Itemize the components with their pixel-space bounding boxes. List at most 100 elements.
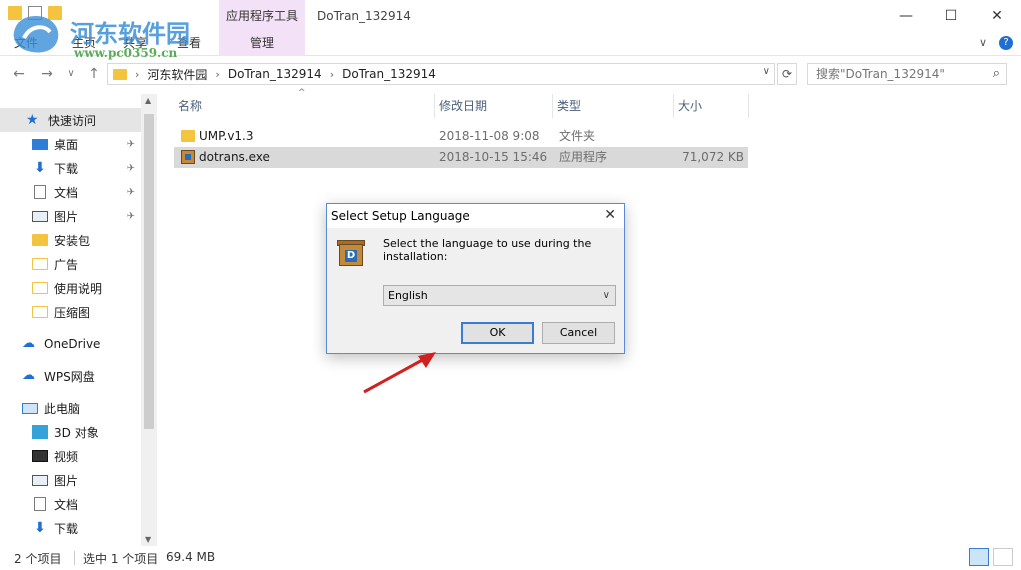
sidebar-item-label: 下载 xyxy=(54,161,79,176)
properties-icon[interactable] xyxy=(28,6,42,20)
ok-button[interactable]: OK xyxy=(461,322,534,344)
sidebar-item-label: 文档 xyxy=(54,185,79,200)
tab-manage[interactable]: 管理 xyxy=(219,32,305,56)
search-input[interactable] xyxy=(808,64,983,84)
dialog-prompt: Select the language to use during the in… xyxy=(383,237,592,263)
desktop-icon xyxy=(32,138,48,150)
dialog-close-button[interactable]: ✕ xyxy=(604,207,616,223)
tab-view[interactable]: 查看 xyxy=(177,34,201,51)
forward-button[interactable]: → xyxy=(38,64,56,84)
pin-icon[interactable]: ✈ xyxy=(127,211,135,222)
back-button[interactable]: ← xyxy=(10,64,28,84)
chevron-down-icon[interactable]: ∨ xyxy=(763,66,770,77)
large-icons-view-icon[interactable] xyxy=(993,548,1013,566)
sidebar-item-label: 广告 xyxy=(54,257,79,272)
recent-locations-button[interactable]: ∨ xyxy=(62,64,80,84)
sidebar-item-pictures[interactable]: 图片 ✈ xyxy=(0,204,141,228)
close-button[interactable]: ✕ xyxy=(974,0,1020,32)
ribbon-tabs: 文件 主页 共享 查看 管理 ∨ ? xyxy=(0,32,1021,56)
up-button[interactable]: ↑ xyxy=(85,64,103,84)
breadcrumb-item[interactable]: DoTran_132914 xyxy=(342,67,436,81)
chevron-down-icon[interactable]: ∨ xyxy=(603,286,610,305)
file-date: 2018-10-15 15:46 xyxy=(439,150,548,164)
maximize-button[interactable]: ☐ xyxy=(928,0,974,32)
sidebar-item-3d-objects[interactable]: 3D 对象 xyxy=(0,420,141,444)
sidebar-item-label: 文档 xyxy=(54,497,79,512)
download-icon: ⬇ xyxy=(34,160,46,176)
details-view-icon[interactable] xyxy=(969,548,989,566)
file-date: 2018-11-08 9:08 xyxy=(439,129,540,143)
refresh-button[interactable]: ⟳ xyxy=(777,63,797,85)
sidebar-item-instructions[interactable]: 使用说明 xyxy=(0,276,141,300)
sidebar-item-label: 快速访问 xyxy=(48,113,97,128)
chevron-right-icon[interactable]: › xyxy=(215,68,219,81)
sidebar-item-install-packages[interactable]: 安装包 xyxy=(0,228,141,252)
chevron-right-icon[interactable]: › xyxy=(135,68,139,81)
folder-icon xyxy=(113,68,127,80)
new-folder-icon[interactable] xyxy=(48,6,62,20)
sidebar-item-downloads[interactable]: ⬇ 下载 ✈ xyxy=(0,156,141,180)
sidebar-item-pictures-pc[interactable]: 图片 xyxy=(0,468,141,492)
scroll-up-icon[interactable]: ▲ xyxy=(145,96,151,105)
folder-icon xyxy=(32,306,48,318)
language-select[interactable]: English ∨ xyxy=(383,285,616,306)
sidebar-item-this-pc[interactable]: 此电脑 xyxy=(0,396,141,420)
picture-icon xyxy=(32,210,48,222)
view-switcher xyxy=(969,548,1013,566)
navigation-bar: ← → ∨ ↑ › 河东软件园 › DoTran_132914 › DoTran… xyxy=(0,60,1021,88)
sidebar-item-label: 图片 xyxy=(54,209,79,224)
chevron-right-icon[interactable]: › xyxy=(330,68,334,81)
column-date-modified[interactable]: 修改日期 xyxy=(435,94,553,118)
sidebar-scrollbar[interactable]: ▲ ▼ xyxy=(141,94,157,546)
address-bar[interactable]: › 河东软件园 › DoTran_132914 › DoTran_132914 … xyxy=(107,63,775,85)
setup-language-dialog: Select Setup Language ✕ D Select the lan… xyxy=(326,203,625,354)
minimize-button[interactable]: — xyxy=(883,0,929,32)
sidebar-item-desktop[interactable]: 桌面 ✈ xyxy=(0,132,141,156)
pin-icon[interactable]: ✈ xyxy=(127,187,135,198)
column-size[interactable]: 大小 xyxy=(674,94,749,118)
dialog-title: Select Setup Language xyxy=(331,209,470,223)
sidebar-item-wps-drive[interactable]: ☁ WPS网盘 xyxy=(0,364,141,388)
sidebar-item-quick-access[interactable]: ★ 快速访问 xyxy=(0,108,141,132)
search-icon[interactable]: ⌕ xyxy=(993,66,1000,81)
sidebar-item-documents[interactable]: 文档 ✈ xyxy=(0,180,141,204)
annotation-arrow-icon xyxy=(363,352,436,394)
help-icon[interactable]: ? xyxy=(999,36,1013,50)
tab-home[interactable]: 主页 xyxy=(72,34,96,51)
breadcrumb-item[interactable]: DoTran_132914 xyxy=(228,67,322,81)
breadcrumb-item[interactable]: 河东软件园 xyxy=(147,66,207,83)
sidebar-item-downloads-pc[interactable]: ⬇ 下载 xyxy=(0,516,141,540)
column-type[interactable]: 类型 xyxy=(553,94,674,118)
file-row[interactable]: UMP.v1.3 2018-11-08 9:08 文件夹 xyxy=(174,126,748,147)
sidebar-item-documents-pc[interactable]: 文档 xyxy=(0,492,141,516)
scrollbar-thumb[interactable] xyxy=(144,114,154,429)
search-box[interactable]: ⌕ xyxy=(807,63,1007,85)
pin-icon[interactable]: ✈ xyxy=(127,163,135,174)
column-name[interactable]: 名称 xyxy=(174,94,435,118)
sidebar-item-compressed-images[interactable]: 压缩图 xyxy=(0,300,141,324)
tab-file[interactable]: 文件 xyxy=(14,34,38,51)
folder-icon[interactable] xyxy=(8,6,22,20)
navigation-pane: ★ 快速访问 桌面 ✈ ⬇ 下载 ✈ 文档 ✈ 图片 ✈ 安装包 广告 使用说明… xyxy=(0,94,157,546)
sidebar-item-videos[interactable]: 视频 xyxy=(0,444,141,468)
sidebar-item-onedrive[interactable]: ☁ OneDrive xyxy=(0,332,141,356)
title-bar: 应用程序工具 DoTran_132914 — ☐ ✕ xyxy=(0,0,1021,32)
sidebar-item-label: 此电脑 xyxy=(44,401,81,416)
picture-icon xyxy=(32,474,48,486)
sidebar-item-label: 桌面 xyxy=(54,137,79,152)
cancel-button[interactable]: Cancel xyxy=(542,322,615,344)
tab-share[interactable]: 共享 xyxy=(123,34,147,51)
file-type: 文件夹 xyxy=(559,129,596,143)
cube-icon xyxy=(32,425,48,439)
document-icon xyxy=(34,497,46,511)
language-select-value: English xyxy=(388,289,428,302)
file-row-selected[interactable]: dotrans.exe 2018-10-15 15:46 应用程序 71,072… xyxy=(174,147,748,168)
file-name: dotrans.exe xyxy=(199,150,270,164)
cloud-icon: ☁ xyxy=(22,336,35,351)
ribbon-collapse-icon[interactable]: ∨ xyxy=(979,36,987,50)
sidebar-item-label: 下载 xyxy=(54,521,79,536)
scroll-down-icon[interactable]: ▼ xyxy=(145,535,151,544)
sidebar-item-ads[interactable]: 广告 xyxy=(0,252,141,276)
pin-icon[interactable]: ✈ xyxy=(127,139,135,150)
sidebar-item-label: WPS网盘 xyxy=(44,369,95,384)
